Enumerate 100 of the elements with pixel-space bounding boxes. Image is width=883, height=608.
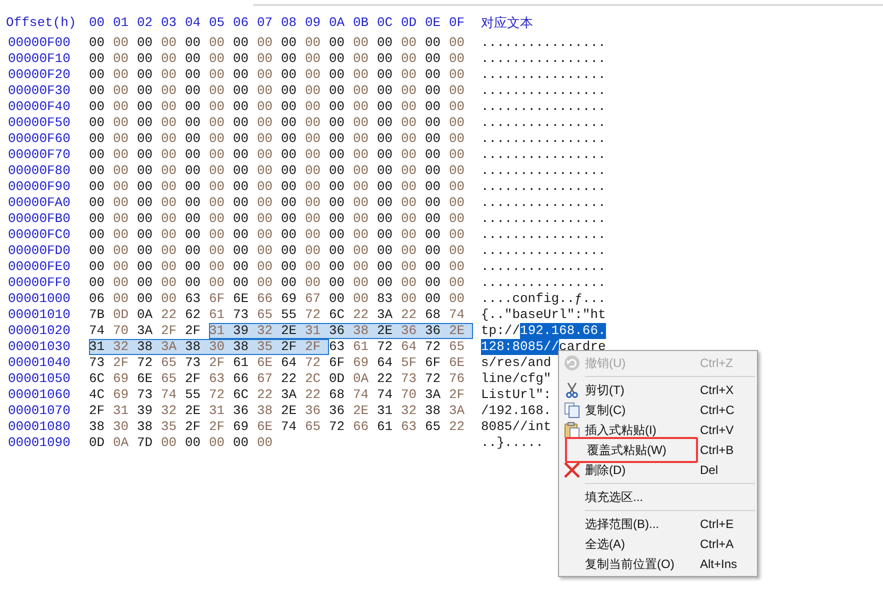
hex-byte: 00 xyxy=(425,115,442,131)
hex-byte: 00 xyxy=(161,83,178,99)
shortcut-text: Ctrl+Z xyxy=(700,355,733,372)
hex-byte: 73 xyxy=(185,355,202,371)
hex-byte: 00 xyxy=(449,179,466,195)
text-value: ................ xyxy=(481,195,606,211)
hex-byte: 00 xyxy=(89,227,106,243)
hex-byte: 00 xyxy=(329,163,346,179)
menu-item[interactable]: 选择范围(B)... Ctrl+E xyxy=(559,514,757,534)
hex-byte: 00 xyxy=(89,179,106,195)
hex-byte: 00 xyxy=(329,51,346,67)
hex-byte: 00 xyxy=(425,179,442,195)
hex-byte: 00 xyxy=(449,51,466,67)
hex-byte: 00 xyxy=(233,211,250,227)
menu-item[interactable]: 全选(A) Ctrl+A xyxy=(559,534,757,554)
hex-byte: 00 xyxy=(233,195,250,211)
hex-byte: 38 xyxy=(137,419,154,435)
text-value: tp:// xyxy=(481,323,520,339)
offset-label: 00000FC0 xyxy=(8,226,72,244)
menu-item[interactable]: 复制(C) Ctrl+C xyxy=(559,400,757,420)
hex-byte: 00 xyxy=(353,179,370,195)
hex-byte: 00 xyxy=(185,163,202,179)
selected-byte-range[interactable]: 31 32 38 3A 38 30 38 35 2F 2F xyxy=(89,339,329,355)
hex-byte: 00 xyxy=(353,211,370,227)
hex-byte: 00 xyxy=(233,243,250,259)
hex-byte: 00 xyxy=(161,131,178,147)
hex-byte: 66 xyxy=(233,371,250,387)
offset-label: 00001030 xyxy=(8,338,72,356)
hex-byte: 38 xyxy=(89,419,106,435)
hex-byte: 00 xyxy=(329,243,346,259)
hex-byte: 00 xyxy=(281,275,298,291)
hex-byte: 00 xyxy=(305,67,322,83)
hex-byte: 00 xyxy=(113,259,130,275)
text-value: ................ xyxy=(481,275,606,291)
hex-byte: 68 xyxy=(329,387,346,403)
hex-byte: 38 xyxy=(233,339,250,355)
column-header: 09 xyxy=(305,14,322,32)
hex-byte: 00 xyxy=(401,83,418,99)
hex-byte: 00 xyxy=(425,83,442,99)
hex-byte: 00 xyxy=(305,243,322,259)
hex-byte: 2F xyxy=(185,419,202,435)
hex-byte: 72 xyxy=(137,355,154,371)
hex-byte: 00 xyxy=(89,275,106,291)
text-value: ................ xyxy=(481,243,606,259)
offset-label: 00000FA0 xyxy=(8,194,72,212)
hex-byte: 00 xyxy=(185,243,202,259)
hex-byte: 00 xyxy=(401,179,418,195)
menu-item[interactable]: 填充选区... xyxy=(559,487,757,507)
hex-byte: 31 xyxy=(89,339,106,355)
hex-byte: 00 xyxy=(257,259,274,275)
hex-byte: 2F xyxy=(161,323,178,339)
hex-byte: 36 xyxy=(401,323,418,339)
hex-byte: 00 xyxy=(353,275,370,291)
hex-byte: 00 xyxy=(425,67,442,83)
hex-byte: 00 xyxy=(353,35,370,51)
hex-byte: 00 xyxy=(113,195,130,211)
hex-byte: 66 xyxy=(353,419,370,435)
hex-byte: 00 xyxy=(281,147,298,163)
hex-byte: 00 xyxy=(281,179,298,195)
hex-byte: 00 xyxy=(329,275,346,291)
hex-byte: 22 xyxy=(161,307,178,323)
hex-byte: 2E xyxy=(353,403,370,419)
hex-byte: 69 xyxy=(281,291,298,307)
hex-byte: 00 xyxy=(89,35,106,51)
hex-byte: 00 xyxy=(233,275,250,291)
menu-item[interactable]: 复制当前位置(O) Alt+Ins xyxy=(559,554,757,574)
menu-item[interactable]: 插入式粘贴(I) Ctrl+V xyxy=(559,420,757,440)
hex-byte: 00 xyxy=(401,275,418,291)
hex-byte: 00 xyxy=(377,131,394,147)
hex-byte: 00 xyxy=(377,99,394,115)
hex-byte: 00 xyxy=(305,275,322,291)
hex-byte: 65 xyxy=(425,419,442,435)
copy-icon xyxy=(564,402,580,418)
menu-item[interactable]: 覆盖式粘贴(W) Ctrl+B xyxy=(559,440,757,460)
hex-byte: 2F xyxy=(209,355,226,371)
hex-byte: 00 xyxy=(257,243,274,259)
hex-byte: 00 xyxy=(257,179,274,195)
hex-byte: 72 xyxy=(425,371,442,387)
hex-byte: 72 xyxy=(377,339,394,355)
menu-item[interactable]: 删除(D) Del xyxy=(559,460,757,480)
hex-byte: 83 xyxy=(377,291,394,307)
hex-byte: 00 xyxy=(137,83,154,99)
hex-byte: 00 xyxy=(185,35,202,51)
hex-byte: 00 xyxy=(185,83,202,99)
column-header: 0F xyxy=(449,14,466,32)
hex-byte: 00 xyxy=(329,147,346,163)
offset-label: 00000FE0 xyxy=(8,258,72,276)
hex-byte: 00 xyxy=(425,147,442,163)
menu-item[interactable]: 剪切(T) Ctrl+X xyxy=(559,380,757,400)
hex-byte: 00 xyxy=(449,99,466,115)
hex-byte: 00 xyxy=(185,195,202,211)
hex-byte: 00 xyxy=(329,227,346,243)
hex-byte: 36 xyxy=(305,403,322,419)
hex-byte: 00 xyxy=(161,35,178,51)
hex-byte: 00 xyxy=(209,243,226,259)
hex-byte: 00 xyxy=(89,211,106,227)
hex-byte: 66 xyxy=(257,291,274,307)
selected-byte-range[interactable]: 31 39 32 2E 31 36 38 2E 36 36 2E xyxy=(209,323,473,339)
hex-byte: 00 xyxy=(425,35,442,51)
hex-byte: 00 xyxy=(113,147,130,163)
